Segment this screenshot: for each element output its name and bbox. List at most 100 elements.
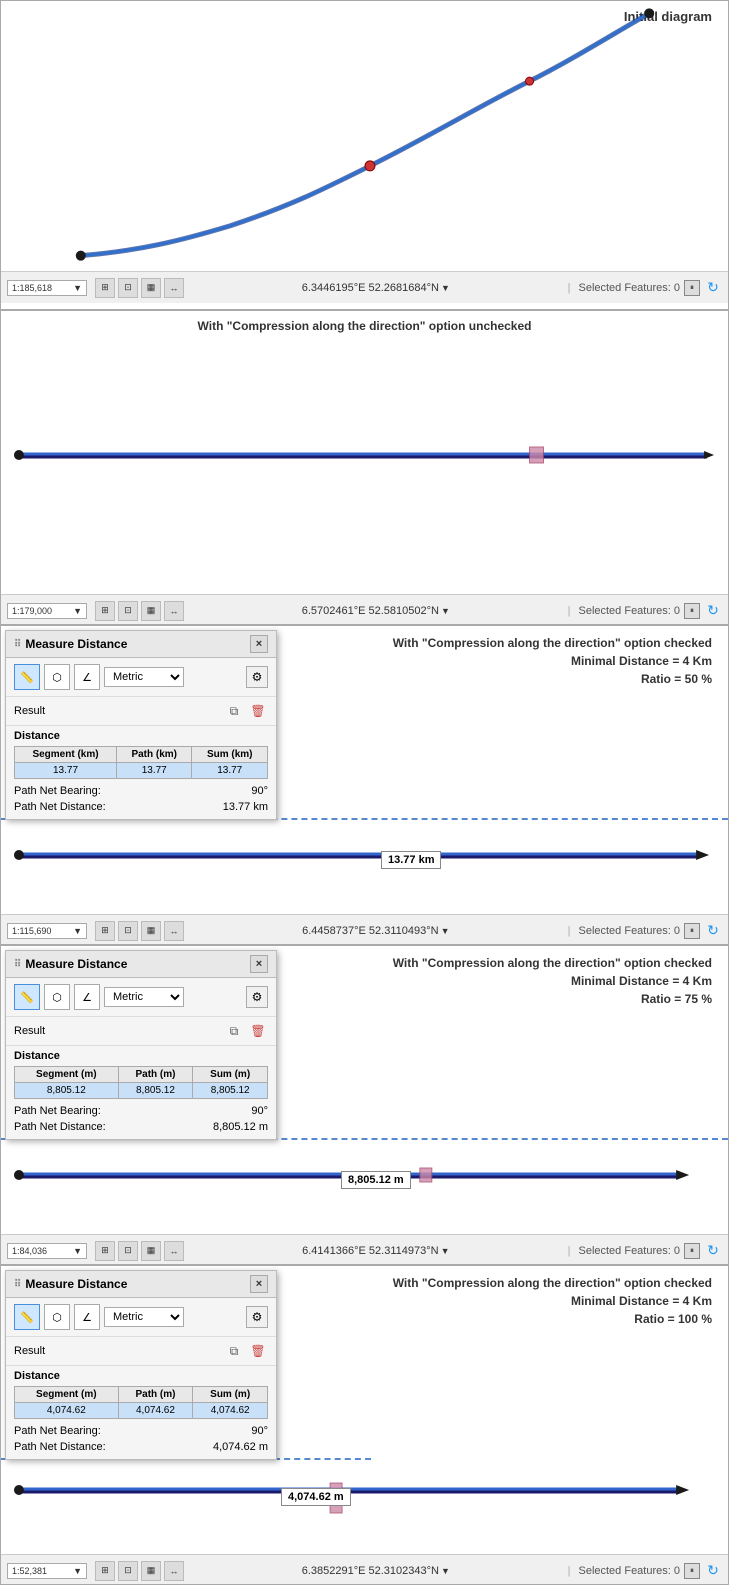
- grid-btn-5[interactable]: ▦: [141, 1561, 161, 1581]
- zoom-full-btn-1[interactable]: ⊞: [95, 278, 115, 298]
- dialog-netdist-5: Path Net Distance: 4,074.62 m: [6, 1439, 276, 1459]
- erase-icon-3[interactable]: 🗑: [248, 701, 268, 721]
- result-icons-5: ⧉ 🗑: [224, 1341, 268, 1361]
- dialog-toolbar-5: 📏 ⬡ ∠ Metric ⚙: [6, 1298, 276, 1337]
- zoom-full-btn-5[interactable]: ⊞: [95, 1561, 115, 1581]
- scale-combo-4[interactable]: 1:84,036 ▼: [7, 1243, 87, 1259]
- grid-btn-3[interactable]: ▦: [141, 921, 161, 941]
- pan-btn-5[interactable]: ↔: [164, 1561, 184, 1581]
- scale-combo-2[interactable]: 1:179,000 ▼: [7, 603, 87, 619]
- gear-btn-5[interactable]: ⚙: [246, 1306, 268, 1328]
- val1-5: 4,074.62: [15, 1403, 119, 1419]
- angle-tool-5[interactable]: ∠: [74, 1304, 100, 1330]
- ruler-tool-4[interactable]: 📏: [14, 984, 40, 1010]
- refresh-btn-2[interactable]: ↻: [704, 602, 722, 620]
- pause-btn-5[interactable]: ⏸: [684, 1563, 700, 1579]
- dialog-close-3[interactable]: ×: [250, 635, 268, 653]
- coord-display-2: 6.5702461°E 52.5810502°N ▼: [192, 605, 560, 617]
- pause-btn-1[interactable]: ⏸: [684, 280, 700, 296]
- erase-icon-4[interactable]: 🗑: [248, 1021, 268, 1041]
- zoom-layer-btn-4[interactable]: ⊡: [118, 1241, 138, 1261]
- map-area-4: With "Compression along the direction" o…: [1, 946, 728, 1234]
- dialog-title-3: Measure Distance: [25, 637, 127, 651]
- coord-text-5: 6.3852291°E 52.3102343°N: [302, 1565, 439, 1577]
- zoom-full-btn-3[interactable]: ⊞: [95, 921, 115, 941]
- pan-btn-1[interactable]: ↔: [164, 278, 184, 298]
- gear-btn-3[interactable]: ⚙: [246, 666, 268, 688]
- distance-row-4: 8,805.12 8,805.12 8,805.12: [15, 1083, 268, 1099]
- status-icons-3: ⊞ ⊡ ▦ ↔: [95, 921, 184, 941]
- val3-3: 13.77: [192, 763, 268, 779]
- grid-btn-2[interactable]: ▦: [141, 601, 161, 621]
- refresh-btn-1[interactable]: ↻: [704, 279, 722, 297]
- coord-arrow-2[interactable]: ▼: [441, 606, 450, 616]
- ruler-tool-3[interactable]: 📏: [14, 664, 40, 690]
- copy-icon-5[interactable]: ⧉: [224, 1341, 244, 1361]
- col3-header-5: Sum (m): [193, 1387, 268, 1403]
- zoom-layer-btn-5[interactable]: ⊡: [118, 1561, 138, 1581]
- metric-select-4[interactable]: Metric: [104, 987, 184, 1007]
- pan-btn-3[interactable]: ↔: [164, 921, 184, 941]
- scale-combo-5[interactable]: 1:52,381 ▼: [7, 1563, 87, 1579]
- val2-5: 4,074.62: [118, 1403, 193, 1419]
- zoom-full-btn-2[interactable]: ⊞: [95, 601, 115, 621]
- scale-combo-3[interactable]: 1:115,690 ▼: [7, 923, 87, 939]
- pan-btn-4[interactable]: ↔: [164, 1241, 184, 1261]
- zoom-layer-btn-1[interactable]: ⊡: [118, 278, 138, 298]
- measure-label-5: 4,074.62 m: [281, 1488, 351, 1506]
- gear-btn-4[interactable]: ⚙: [246, 986, 268, 1008]
- metric-select-5[interactable]: Metric: [104, 1307, 184, 1327]
- pause-btn-3[interactable]: ⏸: [684, 923, 700, 939]
- coord-display-4: 6.4141366°E 52.3114973°N ▼: [192, 1245, 560, 1257]
- refresh-btn-3[interactable]: ↻: [704, 922, 722, 940]
- dialog-toolbar-3: 📏 ⬡ ∠ Metric ⚙: [6, 658, 276, 697]
- val2-4: 8,805.12: [118, 1083, 193, 1099]
- pause-btn-4[interactable]: ⏸: [684, 1243, 700, 1259]
- dialog-close-5[interactable]: ×: [250, 1275, 268, 1293]
- pause-btn-2[interactable]: ⏸: [684, 603, 700, 619]
- area-tool-5[interactable]: ⬡: [44, 1304, 70, 1330]
- dialog-close-4[interactable]: ×: [250, 955, 268, 973]
- pan-btn-2[interactable]: ↔: [164, 601, 184, 621]
- scale-combo-1[interactable]: 1:185,618 ▼: [7, 280, 87, 296]
- grid-btn-1[interactable]: ▦: [141, 278, 161, 298]
- ruler-tool-5[interactable]: 📏: [14, 1304, 40, 1330]
- dialog-result-3: Result ⧉ 🗑: [6, 697, 276, 726]
- refresh-btn-5[interactable]: ↻: [704, 1562, 722, 1580]
- dialog-distance-label-5: Distance: [6, 1366, 276, 1384]
- area-tool-3[interactable]: ⬡: [44, 664, 70, 690]
- coord-arrow-4[interactable]: ▼: [441, 1246, 450, 1256]
- copy-icon-4[interactable]: ⧉: [224, 1021, 244, 1041]
- coord-arrow-3[interactable]: ▼: [441, 926, 450, 936]
- grid-btn-4[interactable]: ▦: [141, 1241, 161, 1261]
- path-svg-1: [1, 1, 728, 271]
- erase-icon-5[interactable]: 🗑: [248, 1341, 268, 1361]
- zoom-full-btn-4[interactable]: ⊞: [95, 1241, 115, 1261]
- val1-3: 13.77: [15, 763, 117, 779]
- map-lines-5: [1, 1461, 728, 1541]
- dialog-titlebar-4: ⠿ Measure Distance ×: [6, 951, 276, 978]
- copy-icon-3[interactable]: ⧉: [224, 701, 244, 721]
- result-icons-4: ⧉ 🗑: [224, 1021, 268, 1041]
- metric-select-3[interactable]: Metric: [104, 667, 184, 687]
- angle-tool-3[interactable]: ∠: [74, 664, 100, 690]
- dialog-result-5: Result ⧉ 🗑: [6, 1337, 276, 1366]
- zoom-layer-btn-2[interactable]: ⊡: [118, 601, 138, 621]
- col1-header-5: Segment (m): [15, 1387, 119, 1403]
- scale-value-1: 1:185,618: [12, 283, 52, 293]
- angle-tool-4[interactable]: ∠: [74, 984, 100, 1010]
- val1-4: 8,805.12: [15, 1083, 119, 1099]
- area-tool-4[interactable]: ⬡: [44, 984, 70, 1010]
- coord-arrow-1[interactable]: ▼: [441, 283, 450, 293]
- panel3-title: With "Compression along the direction" o…: [393, 634, 712, 688]
- drag-handle-5: ⠿: [14, 1279, 21, 1290]
- coord-text-4: 6.4141366°E 52.3114973°N: [302, 1245, 438, 1257]
- zoom-layer-btn-3[interactable]: ⊡: [118, 921, 138, 941]
- coord-text-3: 6.4458737°E 52.3110493°N: [302, 925, 438, 937]
- refresh-btn-4[interactable]: ↻: [704, 1242, 722, 1260]
- val2-3: 13.77: [117, 763, 192, 779]
- coord-arrow-5[interactable]: ▼: [441, 1566, 450, 1576]
- dialog-titlebar-5: ⠿ Measure Distance ×: [6, 1271, 276, 1298]
- panel-5: With "Compression along the direction" o…: [0, 1265, 729, 1585]
- diagram-area-2: With "Compression along the direction" o…: [1, 311, 728, 594]
